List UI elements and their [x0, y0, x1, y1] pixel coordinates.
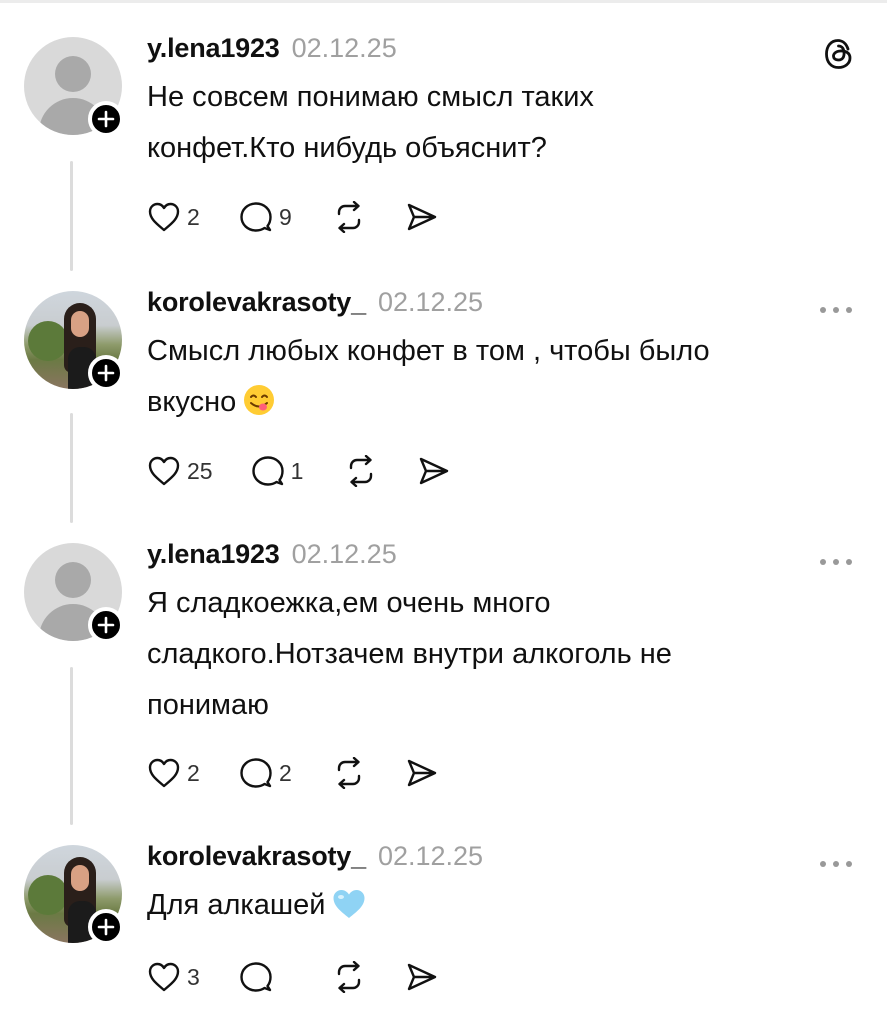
share-button[interactable] — [405, 757, 439, 789]
heart-icon — [148, 758, 180, 788]
follow-button[interactable] — [88, 909, 124, 945]
repost-button[interactable] — [331, 757, 367, 789]
like-count: 25 — [187, 457, 213, 484]
avatar[interactable] — [24, 37, 124, 137]
follow-button[interactable] — [88, 101, 124, 137]
send-icon — [407, 203, 437, 231]
thread-connector-line — [70, 413, 73, 523]
threads-logo-icon[interactable] — [821, 35, 857, 78]
top-divider — [0, 0, 887, 3]
post-actions: 25 1 — [147, 451, 489, 491]
post-text: Я сладкоежка,ем очень много сладкого.Нот… — [147, 587, 672, 721]
reply-count: 9 — [279, 203, 292, 230]
post-text: Не совсем понимаю смысл таких конфет.Кто… — [147, 81, 594, 164]
like-button[interactable]: 3 — [147, 961, 201, 993]
follow-button[interactable] — [88, 607, 124, 643]
post-date: 02.12.25 — [291, 33, 397, 63]
repost-icon — [337, 757, 361, 789]
thread-post: y.lena1923 02.12.25 Не совсем понимаю см… — [0, 33, 887, 273]
post-date: 02.12.25 — [291, 539, 397, 569]
reply-count: 2 — [279, 759, 292, 786]
reply-button[interactable] — [239, 961, 293, 993]
thread-connector-line — [70, 667, 73, 825]
post-text: Смысл любых конфет в том , чтобы было вк… — [147, 326, 857, 434]
like-button[interactable]: 2 — [147, 757, 201, 789]
comment-icon — [240, 962, 272, 992]
plus-icon — [97, 110, 115, 128]
plus-icon — [97, 918, 115, 936]
post-date: 02.12.25 — [377, 841, 484, 871]
repost-icon — [349, 455, 372, 487]
reply-count: 1 — [290, 457, 304, 484]
comment-icon — [251, 456, 284, 486]
thread-post: y.lena1923 02.12.25 Я сладкоежка,ем очен… — [0, 539, 887, 829]
username[interactable]: korolevakrasoty_ — [147, 841, 366, 872]
avatar[interactable] — [24, 845, 124, 945]
post-date: 02.12.25 — [377, 287, 484, 317]
follow-button[interactable] — [88, 355, 124, 391]
repost-button[interactable] — [331, 201, 367, 233]
thread-post: korolevakrasoty_ 02.12.25 Для алкашей 3 — [0, 841, 887, 1024]
post-actions: 3 — [147, 957, 477, 997]
repost-icon — [337, 961, 361, 993]
thread-post: korolevakrasoty_ 02.12.25 Смысл любых ко… — [0, 287, 887, 527]
share-button[interactable] — [405, 201, 439, 233]
share-button[interactable] — [417, 455, 451, 487]
username[interactable]: y.lena1923 — [147, 33, 280, 64]
repost-button[interactable] — [331, 961, 367, 993]
like-button[interactable]: 2 — [147, 201, 201, 233]
repost-button[interactable] — [343, 455, 379, 487]
more-options-icon[interactable] — [819, 855, 853, 873]
heart-icon — [148, 962, 180, 992]
send-icon — [407, 963, 437, 991]
heart-icon — [148, 202, 180, 232]
send-icon — [407, 759, 437, 787]
reply-button[interactable]: 2 — [239, 757, 293, 789]
more-options-icon[interactable] — [819, 553, 853, 571]
post-actions: 2 9 — [147, 197, 477, 237]
comment-icon — [240, 758, 272, 788]
plus-icon — [97, 364, 115, 382]
plus-icon — [97, 616, 115, 634]
thread-connector-line — [70, 161, 73, 271]
send-icon — [419, 457, 448, 485]
reply-button[interactable]: 1 — [251, 455, 305, 487]
like-count: 2 — [187, 203, 200, 230]
avatar[interactable] — [24, 543, 124, 643]
like-count: 3 — [187, 963, 200, 990]
more-options-icon[interactable] — [819, 301, 853, 319]
username[interactable]: y.lena1923 — [147, 539, 280, 570]
repost-icon — [337, 201, 361, 233]
heart-icon — [148, 456, 180, 486]
post-text: Для алкашей — [147, 880, 857, 937]
like-button[interactable]: 25 — [147, 455, 213, 487]
avatar[interactable] — [24, 291, 124, 391]
username[interactable]: korolevakrasoty_ — [147, 287, 366, 318]
light-blue-heart-emoji — [331, 886, 367, 937]
reply-button[interactable]: 9 — [239, 201, 293, 233]
yum-face-emoji — [242, 383, 276, 434]
post-actions: 2 2 — [147, 753, 477, 793]
comment-icon — [240, 202, 272, 232]
like-count: 2 — [187, 759, 200, 786]
share-button[interactable] — [405, 961, 439, 993]
